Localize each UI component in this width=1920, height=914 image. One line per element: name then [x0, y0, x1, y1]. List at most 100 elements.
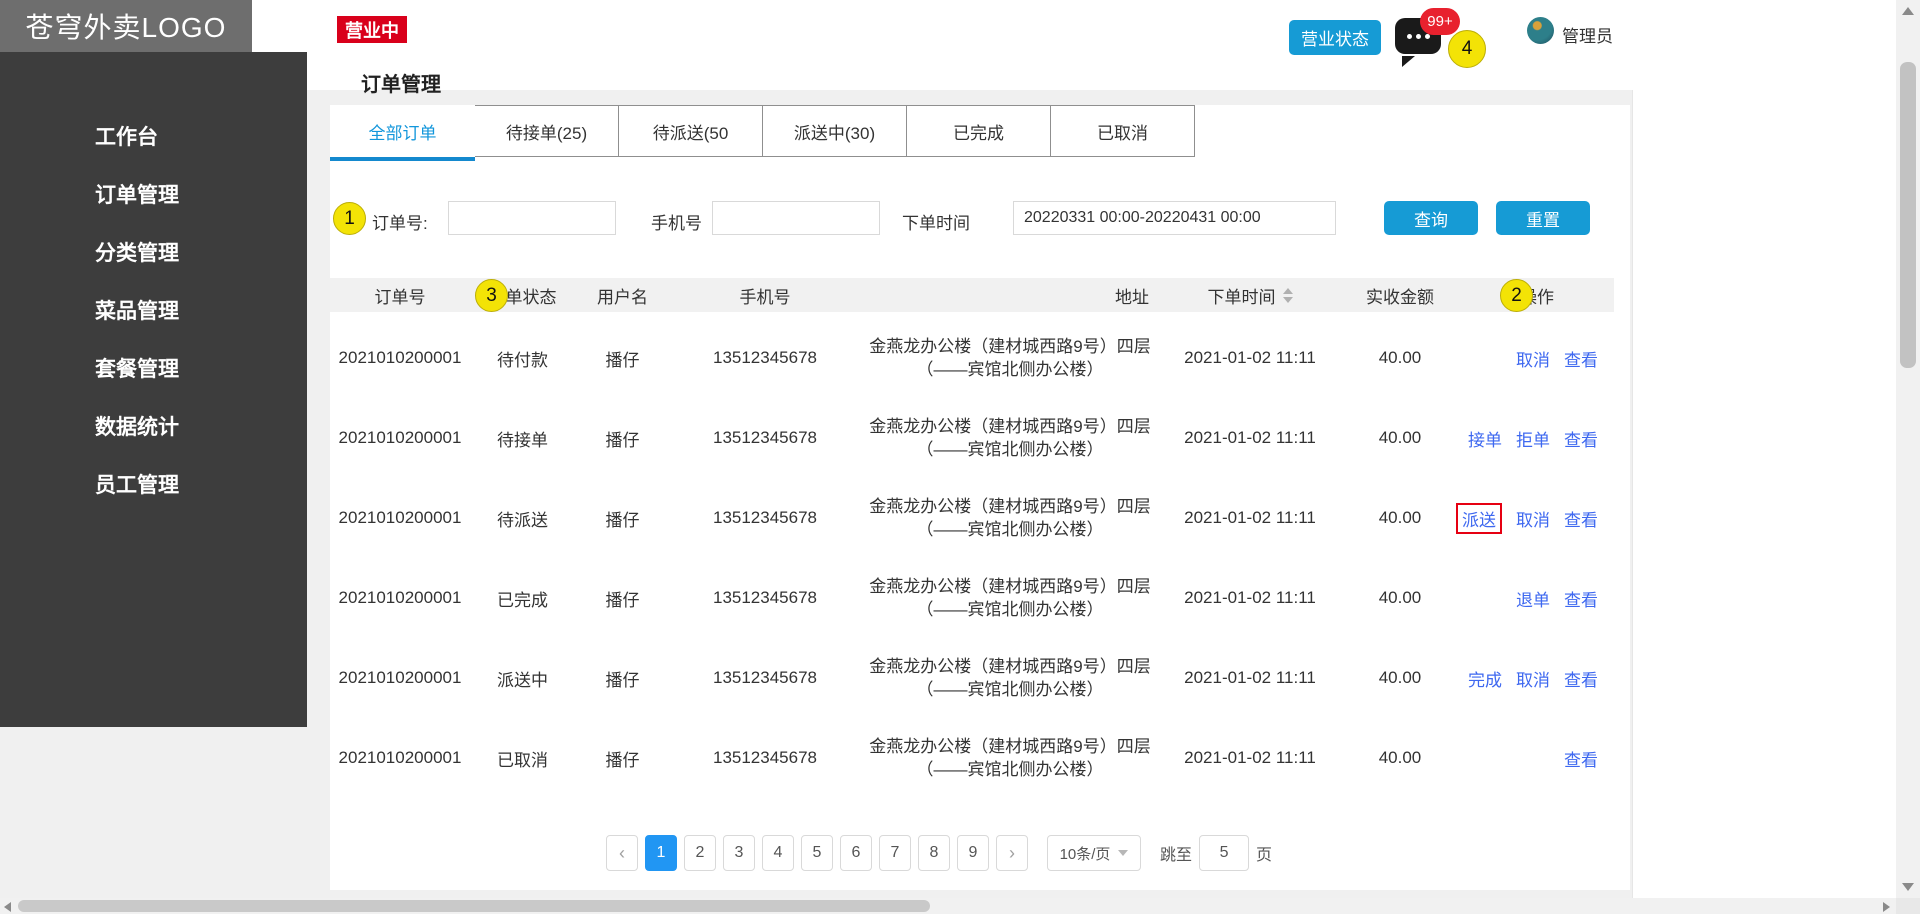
- vertical-scrollbar[interactable]: [1896, 0, 1920, 898]
- column-header-用户名: 用户名: [575, 283, 670, 308]
- action-link-查看[interactable]: 查看: [1564, 666, 1598, 691]
- sidebar-item-套餐管理[interactable]: 套餐管理: [0, 339, 307, 397]
- column-header-label: 手机号: [739, 287, 791, 307]
- action-link-派送[interactable]: 派送: [1462, 511, 1496, 530]
- sidebar-item-员工管理[interactable]: 员工管理: [0, 455, 307, 513]
- scroll-up-arrow-icon[interactable]: [1902, 7, 1914, 15]
- order-no-cell: 2021010200001: [338, 668, 462, 687]
- tab-全部订单[interactable]: 全部订单: [330, 105, 475, 161]
- annotation-circle-4: 4: [1448, 30, 1486, 68]
- phone-cell: 13512345678: [712, 668, 817, 687]
- pagination-page-7[interactable]: 7: [879, 835, 911, 871]
- user-name-cell: 播仔: [605, 670, 640, 690]
- pagination-page-8[interactable]: 8: [918, 835, 950, 871]
- pagination-page-4[interactable]: 4: [762, 835, 794, 871]
- action-link-查看[interactable]: 查看: [1564, 346, 1598, 371]
- tab-已取消[interactable]: 已取消: [1050, 105, 1195, 157]
- address-line-2: （——宾馆北侧办公楼）: [916, 600, 1104, 619]
- sidebar-nav: 工作台 订单管理 分类管理 菜品管理 套餐管理 数据统计 员工管理: [0, 52, 307, 727]
- action-link-查看[interactable]: 查看: [1564, 426, 1598, 451]
- pagination-page-3[interactable]: 3: [723, 835, 755, 871]
- page-title: 订单管理: [361, 74, 441, 96]
- column-header-下单时间: 下单时间: [1160, 283, 1340, 308]
- order-no-input[interactable]: [448, 201, 616, 235]
- pagination-prev-button[interactable]: ‹: [606, 835, 638, 871]
- user-avatar[interactable]: [1527, 17, 1554, 44]
- sidebar-item-订单管理[interactable]: 订单管理: [0, 165, 307, 223]
- annotation-circle-1: 1: [333, 202, 366, 235]
- pagination-next-button[interactable]: ›: [996, 835, 1028, 871]
- action-link-查看[interactable]: 查看: [1564, 586, 1598, 611]
- phone-label: 手机号: [651, 214, 702, 233]
- user-name-cell: 播仔: [605, 590, 640, 610]
- pagination-bar: ‹123456789› 10条/页 跳至 页: [606, 835, 1272, 871]
- action-link-取消[interactable]: 取消: [1516, 666, 1550, 691]
- column-header-地址: 地址: [860, 283, 1160, 308]
- table-header-row: 订单号 订单状态 用户名 手机号 地址 下单时间 实收金额 操作: [330, 278, 1614, 312]
- amount-cell: 40.00: [1378, 668, 1422, 687]
- tab-已完成[interactable]: 已完成: [906, 105, 1051, 157]
- sidebar-item-菜品管理[interactable]: 菜品管理: [0, 281, 307, 339]
- pagination-page-6[interactable]: 6: [840, 835, 872, 871]
- actions-cell: 派送 取消 查看: [1456, 502, 1614, 534]
- pagination-page-9[interactable]: 9: [957, 835, 989, 871]
- tab-待接单(25)[interactable]: 待接单(25): [474, 105, 619, 157]
- actions-cell: 完成 取消 查看: [1460, 666, 1614, 691]
- business-status-button[interactable]: 营业状态: [1289, 20, 1381, 55]
- order-time-range-input[interactable]: [1013, 201, 1336, 235]
- action-link-查看[interactable]: 查看: [1564, 506, 1598, 531]
- action-link-接单[interactable]: 接单: [1468, 426, 1502, 451]
- reset-button[interactable]: 重置: [1496, 201, 1590, 235]
- actions-cell: 取消 查看: [1460, 346, 1614, 371]
- column-header-手机号: 手机号: [670, 283, 860, 308]
- address-cell: 金燕龙办公楼（建材城西路9号）四层 （——宾馆北侧办公楼）: [860, 735, 1160, 781]
- pagination-page-1[interactable]: 1: [645, 835, 677, 871]
- table-body: 2021010200001 待付款 播仔 13512345678 金燕龙办公楼（建材城西…: [330, 318, 1614, 798]
- order-time-cell: 2021-01-02 11:11: [1184, 588, 1316, 607]
- address-cell: 金燕龙办公楼（建材城西路9号）四层 （——宾馆北侧办公楼）: [860, 495, 1160, 541]
- sidebar-item-数据统计[interactable]: 数据统计: [0, 397, 307, 455]
- annotation-highlight-box: 派送: [1456, 502, 1502, 534]
- column-header-label: 实收金额: [1366, 287, 1434, 307]
- page-size-select[interactable]: 10条/页: [1047, 835, 1141, 871]
- query-button[interactable]: 查询: [1384, 201, 1478, 235]
- sidebar-item-工作台[interactable]: 工作台: [0, 107, 307, 165]
- horizontal-scrollbar-thumb[interactable]: [18, 900, 930, 912]
- scroll-right-arrow-icon[interactable]: [1883, 902, 1890, 912]
- actions-cell: 接单 拒单 查看: [1460, 426, 1614, 451]
- order-time-cell: 2021-01-02 11:11: [1184, 508, 1316, 527]
- action-link-拒单[interactable]: 拒单: [1516, 426, 1550, 451]
- horizontal-scrollbar[interactable]: [0, 898, 1896, 914]
- action-link-完成[interactable]: 完成: [1468, 666, 1502, 691]
- address-line-2: （——宾馆北侧办公楼）: [916, 440, 1104, 459]
- sort-up-arrow-icon: [1282, 287, 1293, 294]
- order-status-cell: 已取消: [497, 750, 548, 770]
- app-logo: 苍穹外卖LOGO: [0, 0, 252, 52]
- jump-page-input[interactable]: [1199, 835, 1250, 871]
- pagination-page-2[interactable]: 2: [684, 835, 716, 871]
- action-link-取消[interactable]: 取消: [1516, 506, 1550, 531]
- vertical-scrollbar-thumb[interactable]: [1900, 62, 1916, 368]
- action-link-查看[interactable]: 查看: [1564, 746, 1598, 771]
- action-link-退单[interactable]: 退单: [1516, 586, 1550, 611]
- address-line-2: （——宾馆北侧办公楼）: [916, 760, 1104, 779]
- tab-派送中(30)[interactable]: 派送中(30): [762, 105, 907, 157]
- scroll-left-arrow-icon[interactable]: [4, 902, 11, 912]
- address-line-1: 金燕龙办公楼（建材城西路9号）四层: [869, 497, 1151, 516]
- sort-down-arrow-icon: [1282, 296, 1293, 303]
- column-header-订单号: 订单号: [330, 283, 470, 308]
- sidebar-item-分类管理[interactable]: 分类管理: [0, 223, 307, 281]
- action-link-取消[interactable]: 取消: [1516, 346, 1550, 371]
- tab-待派送(50[interactable]: 待派送(50: [618, 105, 763, 157]
- address-line-2: （——宾馆北侧办公楼）: [916, 680, 1104, 699]
- column-header-label: 地址: [1115, 287, 1149, 307]
- address-line-1: 金燕龙办公楼（建材城西路9号）四层: [869, 337, 1151, 356]
- user-name: 管理员: [1562, 27, 1613, 46]
- pagination-page-5[interactable]: 5: [801, 835, 833, 871]
- page-size-value: 10条/页: [1059, 845, 1111, 863]
- sort-toggle-icon[interactable]: [1282, 287, 1293, 303]
- user-name-cell: 播仔: [605, 350, 640, 370]
- phone-input[interactable]: [712, 201, 880, 235]
- table-row: 2021010200001 待付款 播仔 13512345678 金燕龙办公楼（建材城西…: [330, 318, 1614, 398]
- scroll-down-arrow-icon[interactable]: [1902, 883, 1914, 891]
